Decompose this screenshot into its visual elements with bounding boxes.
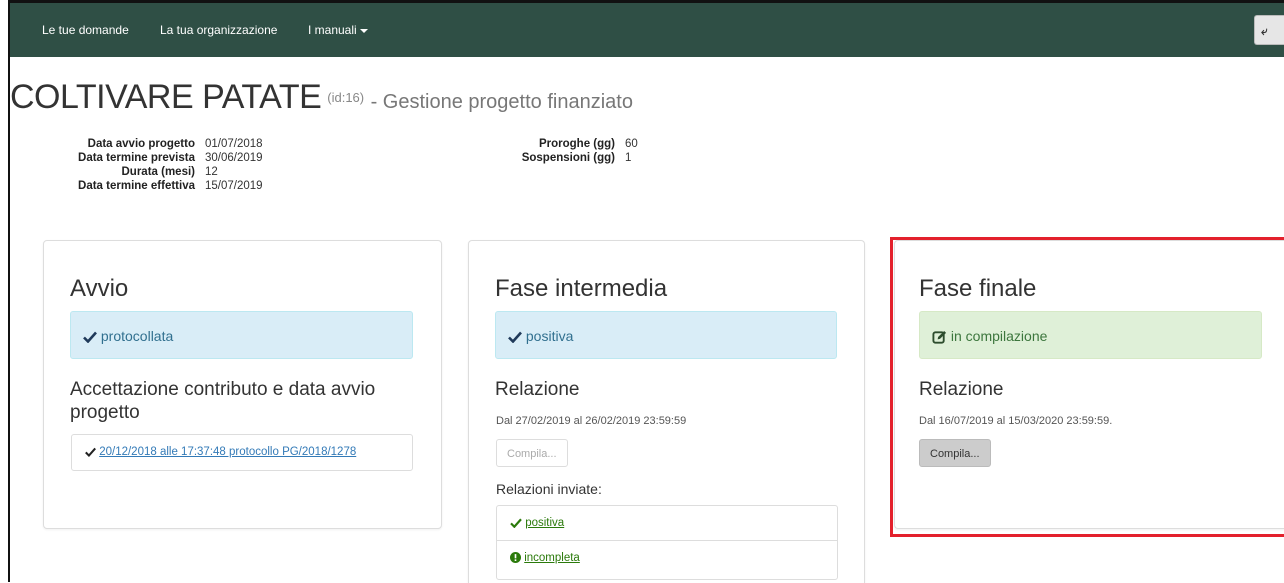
project-details-left: Data avvio progetto 01/07/2018 Data termi… xyxy=(22,137,263,193)
highlight-annotation xyxy=(890,237,1284,537)
list-item: positiva xyxy=(497,506,837,541)
check-icon xyxy=(83,331,97,344)
panel-title: Avvio xyxy=(70,275,129,302)
report-link-positiva[interactable]: positiva xyxy=(525,517,564,529)
detail-value: 60 xyxy=(625,138,638,150)
logout-button[interactable]: ⤶ xyxy=(1254,15,1284,45)
section-title: Accettazione contributo e data avvio pro… xyxy=(70,379,376,423)
nav-item-la-tua-organizzazione[interactable]: La tua organizzazione xyxy=(160,3,277,57)
detail-key: Durata (mesi) xyxy=(121,166,196,178)
list-item: incompleta xyxy=(497,541,837,576)
top-navbar: Le tue domande La tua organizzazione I m… xyxy=(10,3,1284,57)
detail-value: 12 xyxy=(205,166,218,178)
list-item: 20/12/2018 alle 17:37:48 protocollo PG/2… xyxy=(72,435,412,470)
period-text: Dal 27/02/2019 al 26/02/2019 23:59:59 xyxy=(496,415,687,427)
detail-value: 01/07/2018 xyxy=(205,138,263,150)
panel-title: Fase intermedia xyxy=(495,275,668,302)
logout-icon: ⤶ xyxy=(1261,24,1268,38)
detail-key: Proroghe (gg) xyxy=(538,138,615,150)
report-link-incompleta[interactable]: incompleta xyxy=(524,552,580,564)
protocollo-link[interactable]: 20/12/2018 alle 17:37:48 protocollo PG/2… xyxy=(99,446,356,458)
detail-value: 1 xyxy=(625,152,632,164)
check-icon xyxy=(508,331,522,344)
detail-value: 30/06/2019 xyxy=(205,152,263,164)
check-icon xyxy=(510,518,522,528)
nav-item-le-tue-domande[interactable]: Le tue domande xyxy=(42,3,129,57)
check-icon xyxy=(85,447,96,457)
sent-reports-title: Relazioni inviate: xyxy=(496,481,602,497)
accettazione-list: 20/12/2018 alle 17:37:48 protocollo PG/2… xyxy=(71,434,413,471)
nav-item-i-manuali[interactable]: I manuali xyxy=(308,3,368,57)
status-alert: protocollata xyxy=(70,311,413,359)
project-details-right: Proroghe (gg) 60 Sospensioni (gg) 1 xyxy=(470,137,638,165)
detail-key: Data termine prevista xyxy=(78,152,195,164)
panel-avvio: Avvio protocollata Accettazione contribu… xyxy=(43,240,442,529)
project-id: (id:16) xyxy=(327,89,365,105)
detail-key: Data avvio progetto xyxy=(87,138,195,150)
page-title: COLTIVARE PATATE (id:16) - Gestione proge… xyxy=(10,78,633,117)
project-title: COLTIVARE PATATE xyxy=(10,78,322,116)
status-text: positiva xyxy=(525,328,574,344)
sent-reports-list: positiva incompleta xyxy=(496,505,838,580)
detail-key: Sospensioni (gg) xyxy=(521,152,615,164)
compila-button[interactable]: Compila... xyxy=(496,439,568,467)
status-alert: positiva xyxy=(495,311,837,359)
exclamation-circle-icon xyxy=(510,552,521,564)
section-title: Relazione xyxy=(495,379,580,400)
detail-value: 15/07/2019 xyxy=(205,180,263,192)
nav-item-i-manuali-label: I manuali xyxy=(308,23,357,37)
page-subtitle: - Gestione progetto finanziato xyxy=(370,91,633,113)
chevron-down-icon xyxy=(359,28,368,33)
detail-key: Data termine effettiva xyxy=(78,180,195,192)
panel-fase-intermedia: Fase intermedia positiva Relazione Dal 2… xyxy=(468,240,865,583)
status-text: protocollata xyxy=(100,328,174,344)
